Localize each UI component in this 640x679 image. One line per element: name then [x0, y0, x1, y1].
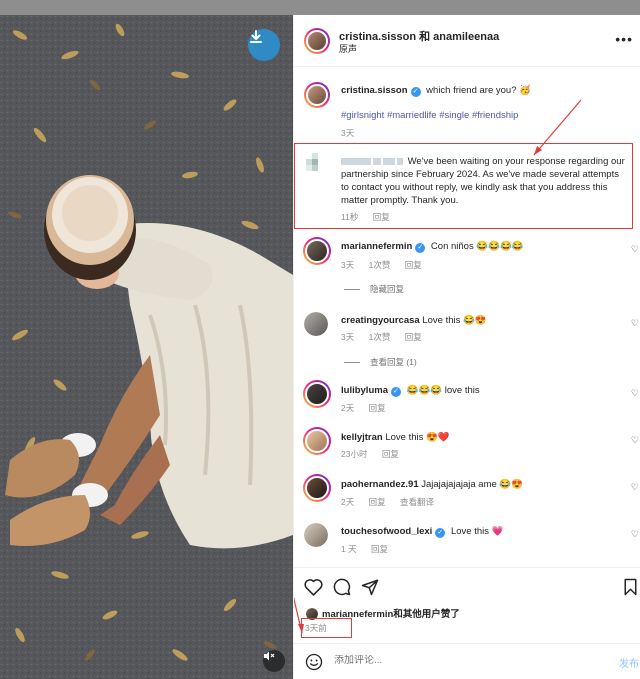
verified-badge-icon: ✓ [435, 528, 446, 538]
like-comment-heart-icon[interactable]: ♡ [631, 244, 639, 255]
like-comment-heart-icon[interactable]: ♡ [631, 388, 639, 399]
bookmark-icon[interactable] [623, 578, 638, 596]
comment-reply[interactable]: 回复 [405, 260, 422, 270]
comment-username[interactable]: paohernandez.91 [341, 479, 419, 490]
comment-text: kellyjtran Love this 😍❤️ [341, 431, 623, 444]
comment-avatar[interactable] [304, 312, 328, 336]
like-comment-heart-icon[interactable]: ♡ [631, 435, 639, 446]
comment-time: 3天 [341, 260, 355, 270]
comment-icon[interactable] [333, 578, 351, 596]
comment-likes[interactable]: 1次赞 [369, 260, 391, 270]
comment-body: Con niños 😂😂😂😂 [430, 241, 524, 252]
comment-avatar[interactable] [303, 380, 331, 408]
comment-time: 3天 [341, 332, 355, 342]
comment-body: Love this 💗 [450, 526, 504, 537]
download-icon [250, 30, 262, 43]
comment-likes[interactable]: 1次赞 [369, 332, 391, 342]
translate-link[interactable]: 查看翻译 [400, 497, 434, 507]
comment-text: paohernandez.91 Jajajajajajaja ame 😂😍 [341, 478, 623, 491]
comment-reply[interactable]: 回复 [369, 497, 386, 507]
comment-meta: 3天 1次赞 回复 [341, 259, 434, 271]
post-photo [0, 15, 293, 679]
verified-badge-icon: ✓ [415, 243, 426, 253]
comment-text: touchesofwood_lexi ✓ Love this 💗 [341, 525, 623, 538]
comment-meta: 3天 1次赞 回复 [341, 331, 434, 343]
toggle-replies[interactable]: 查看回复 (1) [344, 356, 417, 368]
download-button[interactable] [248, 29, 280, 61]
toggle-replies-label[interactable]: 查看回复 (1) [370, 357, 417, 367]
comment-body: 😂😂😂 love this [406, 385, 480, 396]
comment-meta: 1 天 回复 [341, 543, 400, 555]
comment-avatar[interactable] [303, 474, 331, 502]
verified-badge-icon: ✓ [390, 387, 401, 397]
comment-reply[interactable]: 回复 [369, 403, 386, 413]
comment-avatar[interactable] [303, 427, 331, 455]
comment-time: 2天 [341, 497, 355, 507]
comment-body: Love this 😂😍 [422, 315, 487, 326]
comment-username[interactable]: mariannefermin [341, 241, 412, 252]
like-comment-heart-icon[interactable]: ♡ [631, 529, 639, 540]
comment-username[interactable]: kellyjtran [341, 432, 383, 443]
heart-icon[interactable] [304, 578, 323, 596]
comment-reply[interactable]: 回复 [371, 544, 388, 554]
like-comment-heart-icon[interactable]: ♡ [631, 482, 639, 493]
post-detail-panel: cristina.sisson 和 anamileenaa 原声 ••• cri… [293, 15, 640, 679]
comment-time: 23小时 [341, 449, 368, 459]
post-date: 3天前 [301, 618, 352, 638]
comment-text: creatingyourcasa Love this 😂😍 [341, 314, 623, 327]
toggle-replies-label[interactable]: 隐藏回复 [370, 284, 404, 294]
comment-username[interactable]: lulibyluma [341, 385, 388, 396]
comment-meta: 2天 回复 [341, 402, 398, 414]
share-icon[interactable] [361, 578, 379, 596]
emoji-icon[interactable] [305, 653, 323, 671]
comment-username[interactable]: touchesofwood_lexi [341, 526, 432, 537]
add-comment-input[interactable] [334, 655, 564, 666]
comment-avatar[interactable] [304, 523, 328, 547]
post-media[interactable] [0, 15, 293, 679]
comment-text: mariannefermin ✓ Con niños 😂😂😂😂 [341, 240, 623, 253]
comment-time: 1 天 [341, 544, 357, 554]
post-comment-button[interactable]: 发布 [619, 655, 639, 670]
comment-body: Love this 😍❤️ [385, 432, 450, 443]
comment-meta: 2天 回复 查看翻译 [341, 496, 446, 508]
comment-username[interactable]: creatingyourcasa [341, 315, 420, 326]
muted-speaker-icon [264, 651, 275, 661]
comment-time: 2天 [341, 403, 355, 413]
comment-reply[interactable]: 回复 [405, 332, 422, 342]
comment-body: Jajajajajajaja ame 😂😍 [421, 479, 524, 490]
toggle-replies[interactable]: 隐藏回复 [344, 283, 404, 295]
mute-button[interactable] [263, 650, 285, 672]
add-comment-bar: 发布 [294, 643, 640, 679]
action-bar [294, 567, 640, 607]
comment-avatar[interactable] [303, 237, 331, 265]
comment-reply[interactable]: 回复 [382, 449, 399, 459]
like-comment-heart-icon[interactable]: ♡ [631, 318, 639, 329]
comment-text: lulibyluma ✓ 😂😂😂 love this [341, 384, 623, 397]
comment-meta: 23小时 回复 [341, 448, 411, 460]
browser-top-bar [0, 0, 640, 15]
